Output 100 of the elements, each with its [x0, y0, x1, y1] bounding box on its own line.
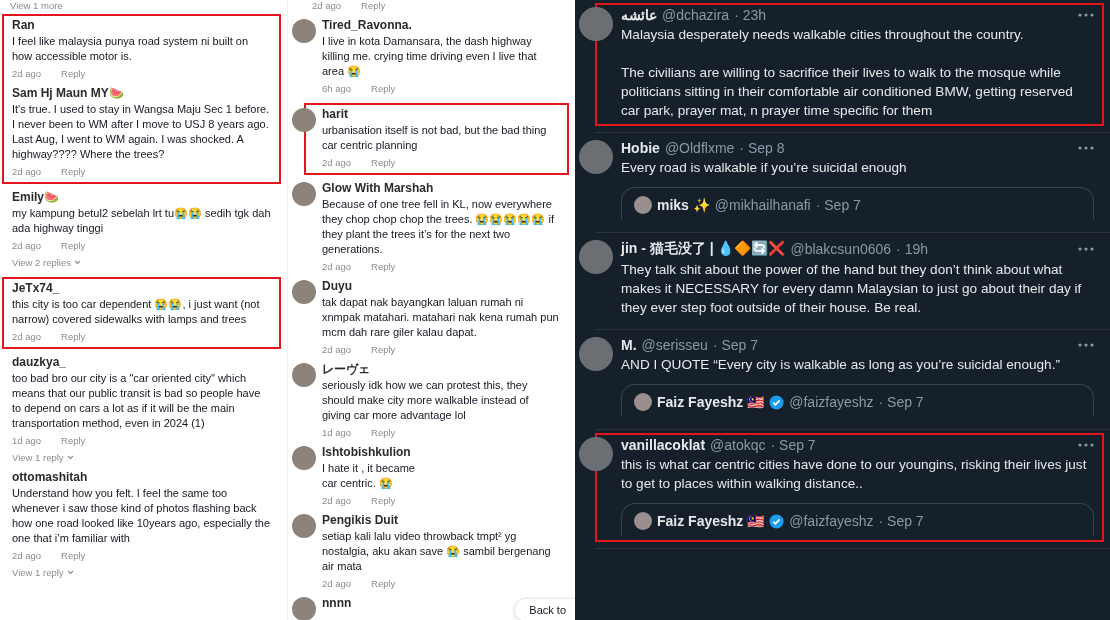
comment-text: Because of one tree fell in KL, now everywhere they chop chop chop the trees. 😭😭😭😭😭 if they plant the trees it’s for the next two generations.	[322, 197, 556, 257]
comment-text: urbanisation itself is not bad, but the bad thing car centric planning	[322, 123, 548, 153]
avatar	[292, 280, 316, 304]
user-handle[interactable]: @faizfayeshz	[789, 394, 874, 410]
view-replies-link[interactable]: View 1 reply	[12, 567, 74, 578]
comment-text: too bad bro our city is a "car oriented city" which means that our public transit is bad so people have to depend on cars a lot as if it will be the main transportation method, even in 2024 (1)	[12, 371, 262, 431]
post-time: · Sep 7	[815, 197, 861, 213]
comment-username[interactable]: Tired_Ravonna.	[322, 19, 412, 32]
reply-link[interactable]: Reply	[61, 435, 86, 446]
user-handle[interactable]: @dchazira	[662, 7, 730, 23]
avatar	[634, 512, 652, 530]
comment-time: 2d ago	[312, 0, 342, 12]
reply-link[interactable]: Reply	[61, 550, 86, 561]
comment-username[interactable]: レーヴェ	[322, 363, 370, 376]
avatar	[292, 514, 316, 538]
post-time: · Sep 7	[878, 513, 924, 529]
comment-time: 2d ago	[322, 261, 352, 272]
reply-link[interactable]: Reply	[361, 0, 386, 12]
view-replies-link[interactable]: View 1 reply	[12, 452, 74, 463]
comment-username[interactable]: Ishtobishkulion	[322, 446, 411, 459]
comment-text: I live in kota Damansara, the dash highway killing me. crying time driving even I live that area 😭	[322, 34, 538, 79]
post-time: · Sep 7	[712, 337, 759, 353]
comment-text: tak dapat nak bayangkan laluan rumah ni xnmpak matahari. matahari nak kena rumah pun mcm dah rare giler kalau dapat.	[322, 295, 559, 340]
comment-time: 2d ago	[12, 68, 42, 79]
user-handle[interactable]: @serisseu	[641, 337, 708, 353]
more-options-icon[interactable]	[1078, 247, 1094, 251]
comment-username[interactable]: nnnn	[322, 597, 352, 610]
comment-time: 6h ago	[322, 83, 352, 94]
user-handle[interactable]: @Oldflxme	[664, 140, 735, 156]
avatar	[634, 393, 652, 411]
comment-text: this city is too car dependent 😭😭, i just want (not narrow) covered sidewalks with lamps and trees	[12, 297, 261, 327]
back-to-top-button[interactable]: Back to	[514, 598, 575, 620]
comment-time: 2d ago	[322, 344, 352, 355]
comment-username[interactable]: Ran	[12, 19, 35, 32]
post-text: Malaysia desperately needs walkable cities throughout the country. The civilians are willing to sacrifice their lives to walk to the mosque while politicians sitting in their comfortable air conditioned BMW, getting reserved car park, prayer mat, n prayer time specific for them	[621, 26, 1074, 120]
display-name[interactable]: M.	[621, 337, 637, 353]
comment-username[interactable]: Duyu	[322, 280, 352, 293]
comment-username[interactable]: JeTx74_	[12, 282, 60, 295]
avatar	[292, 19, 316, 43]
post-text: AND I QUOTE “Every city is walkable as long as you’re suicidal enough.”	[621, 356, 1061, 374]
comment-time: 2d ago	[322, 495, 352, 506]
comment-time: 2d ago	[322, 157, 352, 168]
comment-time: 2d ago	[322, 578, 352, 589]
display-name[interactable]: vanillacoklat	[621, 437, 706, 453]
chevron-icon	[73, 260, 81, 265]
reply-link[interactable]: Reply	[371, 427, 396, 438]
display-name[interactable]: Faiz Fayeshz 🇲🇾	[657, 513, 765, 529]
reply-link[interactable]: Reply	[371, 344, 396, 355]
avatar	[292, 363, 316, 387]
comment-username[interactable]: dauzkya_	[12, 356, 67, 369]
more-options-icon[interactable]	[1078, 146, 1094, 150]
quoted-post[interactable]: Faiz Fayeshz 🇲🇾 @faizfayeshz · Sep 7	[621, 384, 1094, 417]
comment-text: setiap kali lalu video throwback tmpt² yg nostalgia, aku akan save 😭 sambil bergenang air mata	[322, 529, 552, 574]
view-more-link[interactable]: View 1 more	[10, 0, 63, 12]
reply-link[interactable]: Reply	[371, 157, 396, 168]
comment-text: It's true. I used to stay in Wangsa Maju Sec 1 before. I never been to WM after I move to USJ 8 years ago. Last Aug, I went to WM again. I was shocked. A highway???? Where the trees?	[12, 102, 271, 162]
comment-username[interactable]: Sam Hj Maun MY🍉	[12, 87, 124, 100]
more-options-icon[interactable]	[1078, 13, 1094, 17]
reply-link[interactable]: Reply	[61, 166, 86, 177]
comment-username[interactable]: harit	[322, 108, 348, 121]
reply-link[interactable]: Reply	[61, 240, 86, 251]
display-name[interactable]: jin - 猫毛没了 | 💧🔶🔄❌	[621, 240, 786, 258]
more-options-icon[interactable]	[1078, 343, 1094, 347]
avatar	[579, 140, 613, 174]
avatar	[579, 337, 613, 371]
comment-username[interactable]: Glow With Marshah	[322, 182, 434, 195]
avatar	[292, 108, 316, 132]
avatar	[292, 182, 316, 206]
comment-text: seriously idk how we can protest this, they should make city more walkable instead of giving car more advantage lol	[322, 378, 530, 423]
comment-username[interactable]: Emily🍉	[12, 191, 59, 204]
comment-time: 2d ago	[12, 166, 42, 177]
comment-time: 2d ago	[12, 240, 42, 251]
reply-link[interactable]: Reply	[61, 68, 86, 79]
comment-text: my kampung betul2 sebelah lrt tu😭😭 sedih tgk dah ada highway tinggi	[12, 206, 271, 236]
post-time: · 19h	[896, 241, 928, 257]
quoted-post[interactable]: miks ✨ @mikhailhanafi · Sep 7	[621, 187, 1094, 220]
post-time: · Sep 7	[770, 437, 816, 453]
user-handle[interactable]: @blakcsun0606	[790, 241, 892, 257]
post-text: They talk shit about the power of the hand but they don’t think about what makes it NECESSARY for every damn Malaysian to just go about their day if they ever step foot outside of their house. Be real.	[621, 261, 1083, 317]
quoted-post[interactable]: Faiz Fayeshz 🇲🇾 @faizfayeshz · Sep 7	[621, 503, 1094, 536]
post-time: · Sep 8	[739, 140, 785, 156]
chevron-icon	[66, 455, 74, 460]
comment-username[interactable]: Pengikis Duit	[322, 514, 398, 527]
display-name[interactable]: miks ✨	[657, 197, 710, 213]
avatar	[579, 240, 613, 274]
display-name[interactable]: عائشه	[621, 7, 657, 23]
comment-time: 1d ago	[12, 435, 42, 446]
more-options-icon[interactable]	[1078, 443, 1094, 447]
user-handle[interactable]: @atokqc	[710, 437, 766, 453]
reply-link[interactable]: Reply	[371, 495, 396, 506]
user-handle[interactable]: @faizfayeshz	[789, 513, 874, 529]
display-name[interactable]: Hobie	[621, 140, 660, 156]
view-replies-link[interactable]: View 2 replies	[12, 257, 81, 268]
reply-link[interactable]: Reply	[371, 83, 396, 94]
reply-link[interactable]: Reply	[371, 261, 396, 272]
display-name[interactable]: Faiz Fayeshz 🇲🇾	[657, 394, 765, 410]
comment-username[interactable]: ottomashitah	[12, 471, 88, 484]
user-handle[interactable]: @mikhailhanafi	[714, 197, 811, 213]
reply-link[interactable]: Reply	[61, 331, 86, 342]
reply-link[interactable]: Reply	[371, 578, 396, 589]
